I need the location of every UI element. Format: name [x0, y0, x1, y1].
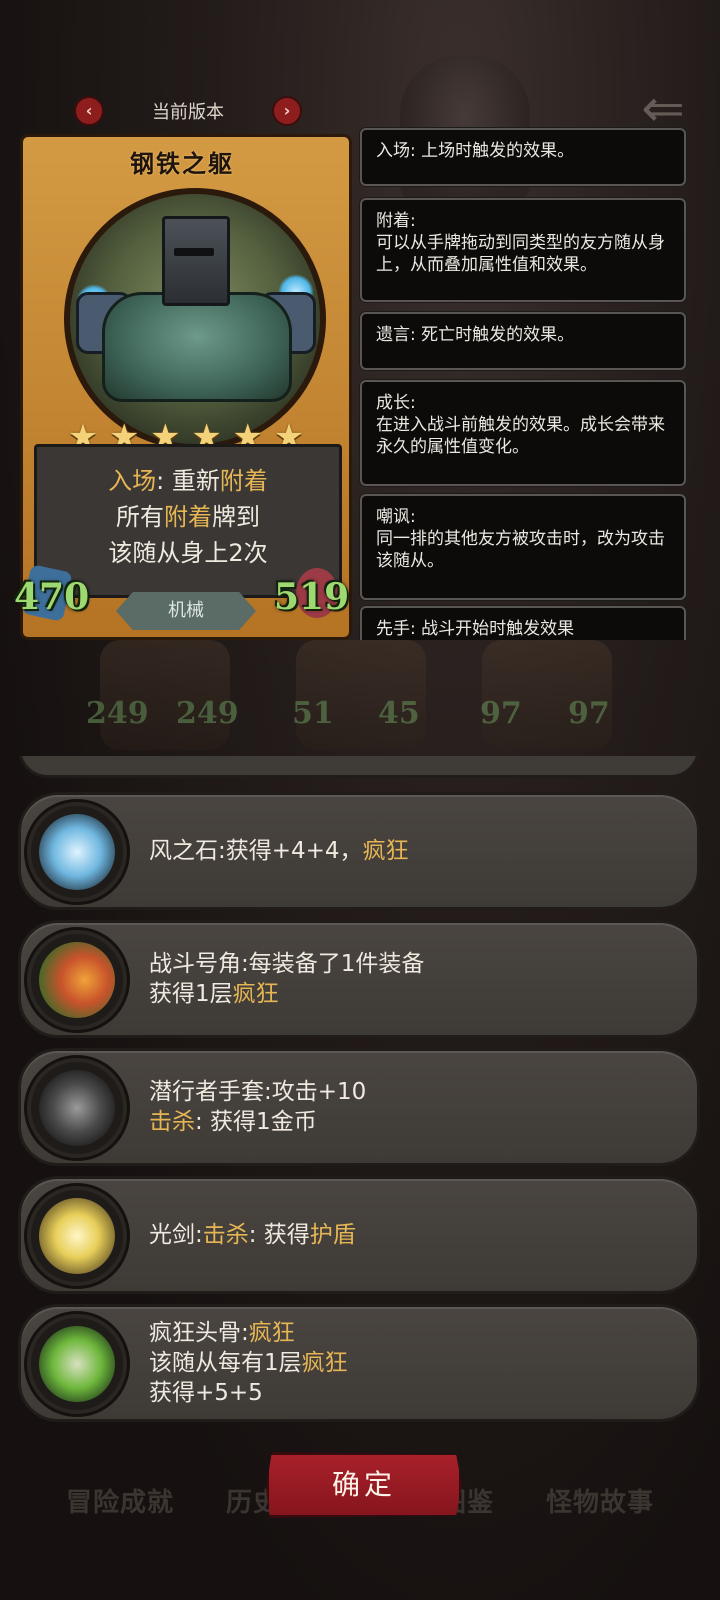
- keyword: 疯狂: [362, 838, 409, 864]
- equipment-text: : 获得: [248, 1222, 310, 1248]
- equipment-description: 战斗号角:每装备了1件装备 获得1层疯狂: [149, 923, 669, 1035]
- robot-visor: [174, 248, 214, 256]
- minion-attack: 249: [86, 696, 149, 731]
- equipment-text: 该随从每有1层: [149, 1350, 302, 1376]
- keyword: 入场: [108, 467, 157, 495]
- war-horn-icon: [27, 930, 127, 1030]
- chevron-right-icon[interactable]: ›: [272, 96, 302, 126]
- glossary-body: 同一排的其他友方被攻击时，改为攻击该随从。: [376, 529, 665, 571]
- effect-line: 该随从身上2次: [108, 539, 268, 567]
- equipment-item-war-horn[interactable]: 战斗号角:每装备了1件装备 获得1层疯狂: [18, 920, 700, 1038]
- keyword-glossary[interactable]: 入场: 上场时触发的效果。 附着: 可以从手牌拖动到同类型的友方随从身上，从而叠加…: [358, 126, 702, 640]
- glossary-title: 附着:: [376, 211, 416, 231]
- version-selector: ‹ 当前版本 ›: [74, 94, 302, 126]
- chevron-left-icon[interactable]: ‹: [74, 96, 104, 126]
- tab-monster-stories[interactable]: 怪物故事: [546, 1482, 654, 1519]
- health-value: 519: [274, 576, 350, 618]
- keyword: 附着: [164, 503, 212, 531]
- glove-icon: [27, 1058, 127, 1158]
- list-item-partial: [18, 756, 700, 778]
- skull-icon: [27, 1314, 127, 1414]
- minion-health: 45: [378, 696, 420, 731]
- board-minion: [100, 640, 230, 750]
- equipment-text: 获得+5+5: [149, 1380, 263, 1406]
- glossary-item: 附着: 可以从手牌拖动到同类型的友方随从身上，从而叠加属性值和效果。: [360, 198, 686, 302]
- keyword: 附着: [219, 467, 268, 495]
- keyword: 护盾: [309, 1222, 356, 1248]
- minion-card: 钢铁之躯 ★ ★ ★ ★ ★ ★ 入场: 重新附着 所有附着牌到 该随从身上2次…: [12, 134, 352, 640]
- equipment-description: 潜行者手套:攻击+10 击杀: 获得1金币: [149, 1051, 669, 1163]
- minion-attack: 51: [292, 696, 334, 731]
- card-portrait-robot: [64, 188, 326, 450]
- keyword: 击杀: [202, 1222, 249, 1248]
- keyword: 疯狂: [232, 981, 279, 1007]
- equipment-item-wind-stone[interactable]: 风之石:获得+4+4，疯狂: [18, 792, 700, 910]
- glossary-body: 可以从手牌拖动到同类型的友方随从身上，从而叠加属性值和效果。: [376, 233, 665, 275]
- equipment-text: 战斗号角:每装备了1件装备: [149, 951, 425, 977]
- board-minion: [482, 640, 612, 750]
- keyword: 疯狂: [248, 1320, 295, 1346]
- effect-text: 牌到: [212, 503, 260, 531]
- robot-body: [102, 292, 292, 402]
- minion-attack: 97: [480, 696, 522, 731]
- effect-text: 所有: [116, 503, 164, 531]
- equipment-description: 疯狂头骨:疯狂 该随从每有1层疯狂 获得+5+5: [149, 1307, 669, 1419]
- glossary-title: 嘲讽:: [376, 507, 416, 527]
- equipment-text: : 获得1金币: [195, 1109, 317, 1135]
- equipment-text: 获得1层: [149, 981, 233, 1007]
- wind-stone-icon: [27, 802, 127, 902]
- equipment-description: 光剑:击杀: 获得护盾: [149, 1179, 669, 1291]
- glossary-item: 先手: 战斗开始时触发效果: [360, 606, 686, 640]
- glossary-item: 遗言: 死亡时触发的效果。: [360, 312, 686, 370]
- minion-health: 249: [176, 696, 239, 731]
- board-minions-background: 249 249 51 45 97 97: [70, 640, 670, 758]
- tab-achievements[interactable]: 冒险成就: [66, 1482, 174, 1519]
- glossary-title: 入场: 上场时触发的效果。: [376, 141, 575, 161]
- equipment-item-light-sword[interactable]: 光剑:击杀: 获得护盾: [18, 1176, 700, 1294]
- equipment-item-madness-skull[interactable]: 疯狂头骨:疯狂 该随从每有1层疯狂 获得+5+5: [18, 1304, 700, 1422]
- equipment-item-sneaker-gloves[interactable]: 潜行者手套:攻击+10 击杀: 获得1金币: [18, 1048, 700, 1166]
- equipment-text: 潜行者手套:攻击+10: [149, 1079, 367, 1105]
- minion-health: 97: [568, 696, 610, 731]
- light-sword-icon: [27, 1186, 127, 1286]
- equipment-list[interactable]: 风之石:获得+4+4，疯狂 战斗号角:每装备了1件装备 获得1层疯狂 潜行者手套…: [0, 756, 720, 1432]
- effect-line: 入场: 重新附着: [37, 461, 339, 496]
- glossary-title: 成长:: [376, 393, 416, 413]
- glossary-body: 在进入战斗前触发的效果。成长会带来永久的属性值变化。: [376, 415, 665, 457]
- effect-text: : 重新: [156, 467, 220, 495]
- keyword: 击杀: [149, 1109, 195, 1135]
- glossary-item: 成长: 在进入战斗前触发的效果。成长会带来永久的属性值变化。: [360, 380, 686, 486]
- glossary-title: 遗言: 死亡时触发的效果。: [376, 325, 575, 345]
- equipment-text: 光剑:: [149, 1222, 203, 1248]
- equipment-description: 风之石:获得+4+4，疯狂: [149, 795, 669, 907]
- equipment-text: 风之石:获得+4+4，: [149, 838, 363, 864]
- confirm-button[interactable]: 确定: [266, 1452, 462, 1518]
- glossary-item: 嘲讽: 同一排的其他友方被攻击时，改为攻击该随从。: [360, 494, 686, 600]
- effect-line: 所有附着牌到: [37, 497, 339, 532]
- board-minion: [296, 640, 426, 750]
- robot-head: [162, 216, 230, 306]
- glossary-item: 入场: 上场时触发的效果。: [360, 128, 686, 186]
- card-effect-box: 入场: 重新附着 所有附着牌到 该随从身上2次: [34, 444, 342, 598]
- equipment-text: 疯狂头骨:: [149, 1320, 249, 1346]
- card-name: 钢铁之躯: [130, 150, 234, 178]
- tribe-banner: 机械: [116, 592, 256, 630]
- glossary-title: 先手: 战斗开始时触发效果: [376, 619, 575, 639]
- attack-value: 470: [14, 576, 90, 618]
- keyword: 疯狂: [301, 1350, 348, 1376]
- version-label: 当前版本: [152, 102, 224, 123]
